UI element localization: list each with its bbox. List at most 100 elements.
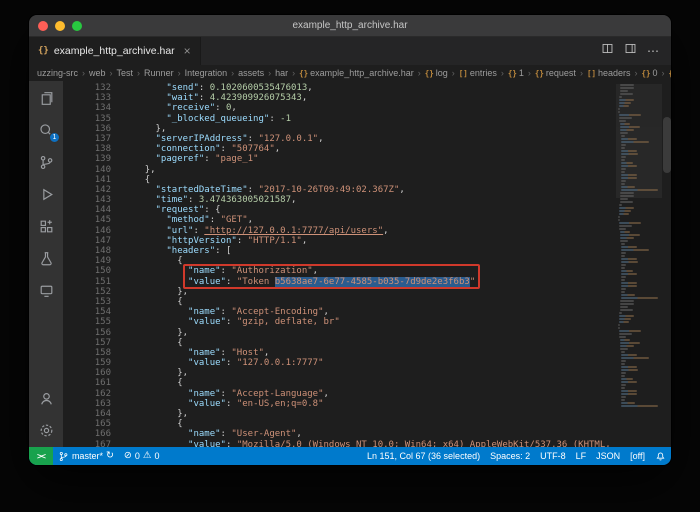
code-line[interactable]: 167 "value": "Mozilla/5.0 (Windows NT 10… [63, 440, 613, 447]
breadcrumb-item[interactable]: Runner [144, 68, 174, 78]
line-number[interactable]: 135 [63, 114, 123, 124]
code-line[interactable]: 156 }, [63, 328, 613, 338]
line-number[interactable]: 140 [63, 165, 123, 175]
notifications-bell[interactable] [650, 447, 671, 465]
encoding-indicator[interactable]: UTF-8 [535, 447, 571, 465]
line-number[interactable]: 162 [63, 389, 123, 399]
remote-explorer-button[interactable] [35, 281, 57, 300]
code-line[interactable]: 142 "startedDateTime": "2017-10-26T09:49… [63, 185, 613, 195]
code-line[interactable]: 141 { [63, 175, 613, 185]
line-number[interactable]: 151 [63, 277, 123, 287]
line-number[interactable]: 148 [63, 246, 123, 256]
line-number[interactable]: 163 [63, 399, 123, 409]
cursor-position-indicator[interactable]: Ln 151, Col 67 (36 selected) [362, 447, 485, 465]
breadcrumb-item[interactable]: {}example_http_archive.har [299, 68, 414, 78]
breadcrumb-item[interactable]: {}request [535, 68, 576, 78]
line-number[interactable]: 167 [63, 440, 123, 447]
code-line[interactable]: 148 "headers": [ [63, 246, 613, 256]
line-number[interactable]: 147 [63, 236, 123, 246]
code-line[interactable]: 136 }, [63, 124, 613, 134]
eol-indicator[interactable]: LF [571, 447, 592, 465]
remote-indicator[interactable]: >< [29, 447, 53, 465]
explorer-button[interactable] [35, 89, 57, 108]
line-number[interactable]: 146 [63, 226, 123, 236]
accounts-button[interactable] [35, 389, 57, 408]
code-line[interactable]: 140 }, [63, 165, 613, 175]
line-number[interactable]: 156 [63, 328, 123, 338]
code-line[interactable]: 134 "receive": 0, [63, 103, 613, 113]
line-number[interactable]: 152 [63, 287, 123, 297]
line-number[interactable]: 143 [63, 195, 123, 205]
minimap[interactable] [616, 84, 662, 447]
close-tab-icon[interactable]: × [184, 45, 191, 57]
line-number[interactable]: 164 [63, 409, 123, 419]
breadcrumb-item[interactable]: []headers [587, 68, 631, 78]
breadcrumb-item[interactable]: {}log [425, 68, 448, 78]
line-number[interactable]: 136 [63, 124, 123, 134]
line-number[interactable]: 134 [63, 103, 123, 113]
code-line[interactable]: 145 "method": "GET", [63, 215, 613, 225]
code-line[interactable]: 161 { [63, 378, 613, 388]
problems-indicator[interactable]: ⊘ 0 ⚠ 0 [119, 447, 165, 465]
language-indicator[interactable]: JSON [591, 447, 625, 465]
code-line[interactable]: 158 "name": "Host", [63, 348, 613, 358]
close-window-button[interactable] [38, 21, 48, 31]
code-line[interactable]: 144 "request": { [63, 205, 613, 215]
code-line[interactable]: 164 }, [63, 409, 613, 419]
line-number[interactable]: 137 [63, 134, 123, 144]
code-line[interactable]: 139 "pageref": "page_1" [63, 154, 613, 164]
line-number[interactable]: 166 [63, 429, 123, 439]
more-actions-button[interactable]: ⋯ [647, 45, 660, 57]
breadcrumb-item[interactable]: {}value [669, 68, 671, 78]
code-line[interactable]: 133 "wait": 4.423909926075343, [63, 93, 613, 103]
editor[interactable]: 132 "send": 0.1020600535476013,133 "wait… [63, 81, 671, 447]
line-number[interactable]: 155 [63, 317, 123, 327]
code-line[interactable]: 143 "time": 3.474363005021587, [63, 195, 613, 205]
code-line[interactable]: 147 "httpVersion": "HTTP/1.1", [63, 236, 613, 246]
code-line[interactable]: 160 }, [63, 368, 613, 378]
code-line[interactable]: 137 "serverIPAddress": "127.0.0.1", [63, 134, 613, 144]
line-number[interactable]: 158 [63, 348, 123, 358]
line-number[interactable]: 142 [63, 185, 123, 195]
line-number[interactable]: 139 [63, 154, 123, 164]
code-line[interactable]: 159 "value": "127.0.0.1:7777" [63, 358, 613, 368]
line-number[interactable]: 161 [63, 378, 123, 388]
editor-layout-button[interactable] [624, 42, 637, 60]
code-line[interactable]: 152 }, [63, 287, 613, 297]
code-line[interactable]: 135 "_blocked_queueing": -1 [63, 114, 613, 124]
breadcrumb-item[interactable]: uzzing-src [37, 68, 78, 78]
split-editor-button[interactable] [601, 42, 614, 60]
breadcrumb-item[interactable]: Integration [185, 68, 228, 78]
code-line[interactable]: 151 "value": "Token b5638ae7-6e77-4585-b… [63, 277, 613, 287]
line-number[interactable]: 133 [63, 93, 123, 103]
screencast-indicator[interactable]: [off] [625, 447, 650, 465]
breadcrumb-item[interactable]: har [275, 68, 288, 78]
line-number[interactable]: 153 [63, 297, 123, 307]
breadcrumb-item[interactable]: {}1 [508, 68, 524, 78]
code-line[interactable]: 165 { [63, 419, 613, 429]
code-line[interactable]: 132 "send": 0.1020600535476013, [63, 83, 613, 93]
breadcrumb-item[interactable]: assets [238, 68, 264, 78]
breadcrumb-item[interactable]: []entries [459, 68, 497, 78]
line-number[interactable]: 154 [63, 307, 123, 317]
code-line[interactable]: 138 "connection": "507764", [63, 144, 613, 154]
line-number[interactable]: 150 [63, 266, 123, 276]
code-line[interactable]: 146 "url": "http://127.0.0.1:7777/api/us… [63, 226, 613, 236]
breadcrumb-item[interactable]: web [89, 68, 106, 78]
code-line[interactable]: 150 "name": "Authorization", [63, 266, 613, 276]
line-number[interactable]: 157 [63, 338, 123, 348]
extensions-button[interactable] [35, 217, 57, 236]
code-line[interactable]: 153 { [63, 297, 613, 307]
code-line[interactable]: 163 "value": "en-US,en;q=0.8" [63, 399, 613, 409]
line-number[interactable]: 132 [63, 83, 123, 93]
line-number[interactable]: 159 [63, 358, 123, 368]
code-line[interactable]: 166 "name": "User-Agent", [63, 429, 613, 439]
line-number[interactable]: 165 [63, 419, 123, 429]
source-control-button[interactable] [35, 153, 57, 172]
line-number[interactable]: 138 [63, 144, 123, 154]
indentation-indicator[interactable]: Spaces: 2 [485, 447, 535, 465]
line-number[interactable]: 149 [63, 256, 123, 266]
line-number[interactable]: 145 [63, 215, 123, 225]
search-button[interactable]: 1 [35, 121, 57, 140]
run-debug-button[interactable] [35, 185, 57, 204]
